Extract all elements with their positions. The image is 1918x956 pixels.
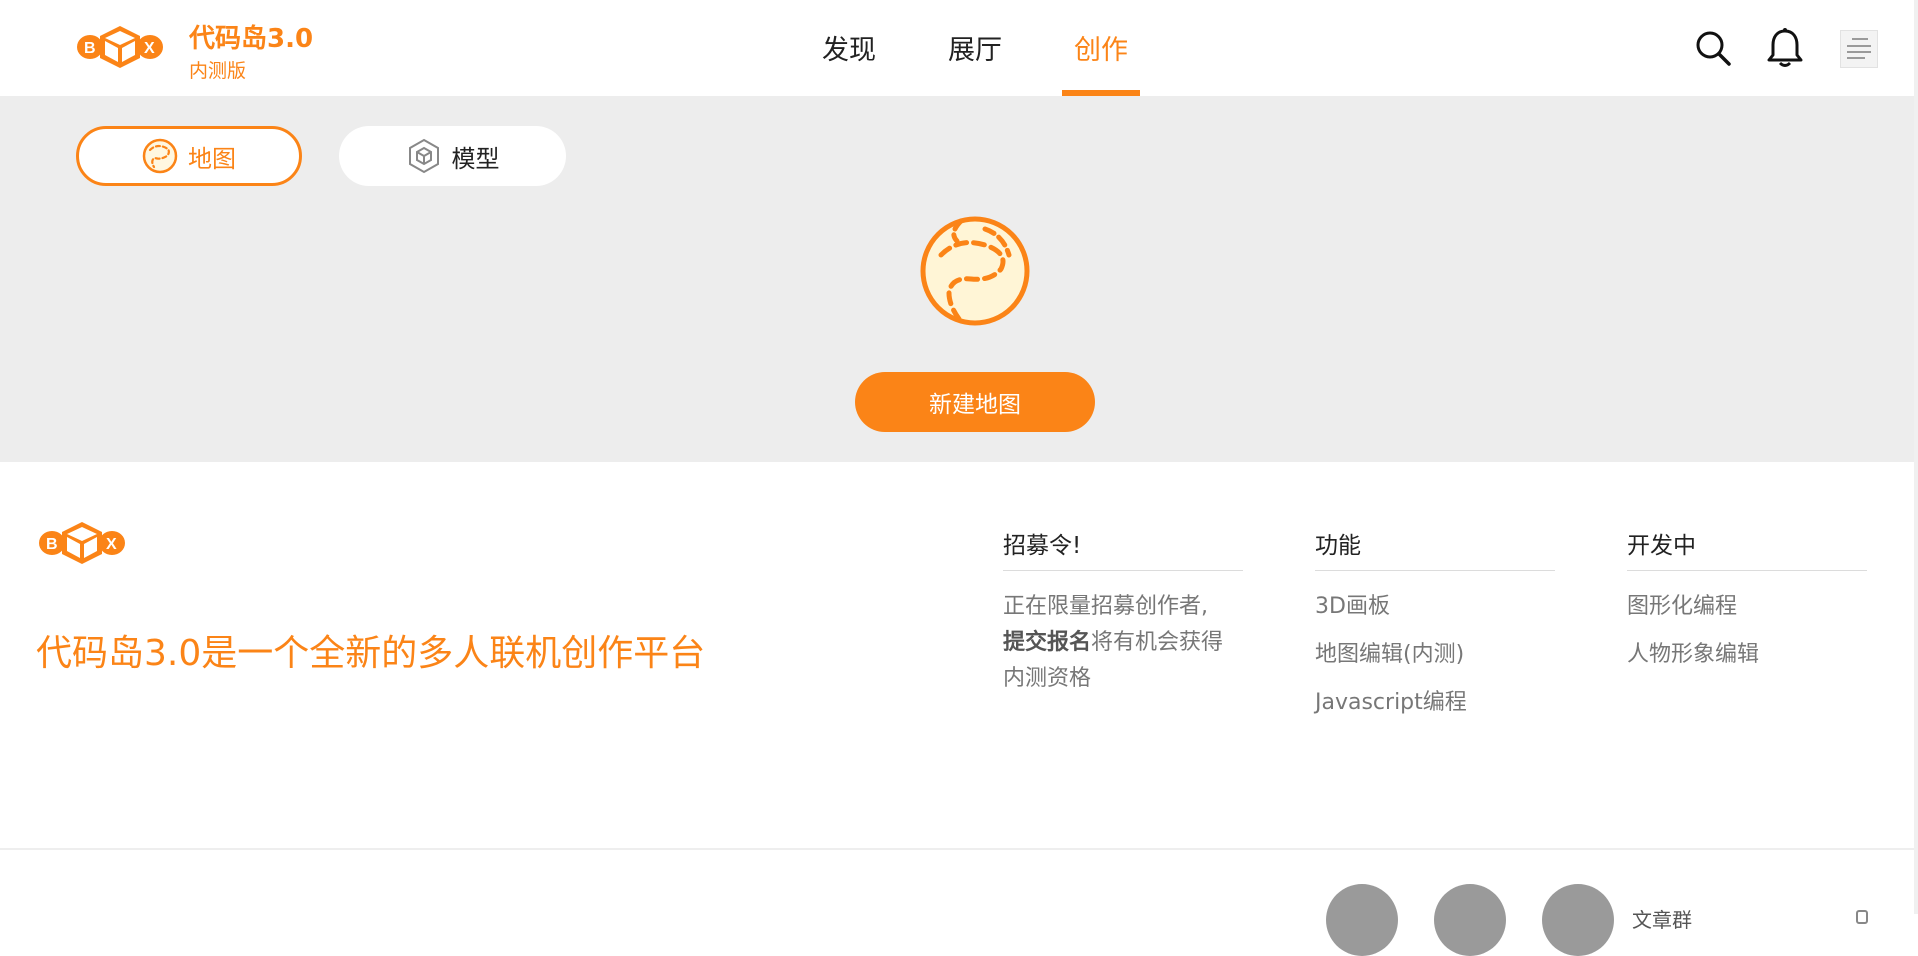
create-workspace: 地图 模型 新建地图 xyxy=(0,96,1918,462)
nav-item-gallery[interactable]: 展厅 xyxy=(948,28,1002,67)
footer-column-divider xyxy=(1315,570,1555,571)
recruit-text: 正在限量招募创作者, 提交报名将有机会获得内测资格 xyxy=(1003,594,1224,691)
footer-tagline: 代码岛3.0是一个全新的多人联机创作平台 xyxy=(36,633,706,674)
social-icon[interactable] xyxy=(1434,884,1506,956)
social-icon[interactable] xyxy=(1542,884,1614,956)
map-icon xyxy=(142,138,178,174)
footer-column-divider xyxy=(1627,570,1867,571)
social-icon[interactable] xyxy=(1326,884,1398,956)
nav-item-create[interactable]: 创作 xyxy=(1074,28,1128,67)
bell-icon[interactable] xyxy=(1767,27,1803,69)
footer-column-title: 招募令! xyxy=(1003,533,1082,559)
map-icon xyxy=(920,216,1030,326)
footer-link[interactable]: 3D画板 xyxy=(1315,583,1555,631)
tab-map-label: 地图 xyxy=(188,144,236,173)
bx-logo-icon: B X xyxy=(39,522,125,564)
footer-bottom-text: 文章群 xyxy=(1632,908,1692,932)
cube-icon xyxy=(408,138,439,174)
submit-signup-link[interactable]: 提交报名 xyxy=(1003,630,1091,655)
tab-map[interactable]: 地图 xyxy=(76,126,302,186)
footer-column-in-dev: 开发中 图形化编程 人物形象编辑 xyxy=(1627,526,1867,679)
footer-column-features: 功能 3D画板 地图编辑(内测) Javascript编程 xyxy=(1315,526,1555,727)
brand-title[interactable]: 代码岛3.0 xyxy=(189,18,313,55)
footer-link[interactable]: 地图编辑(内测) xyxy=(1315,631,1555,679)
svg-text:X: X xyxy=(106,536,117,553)
copy-icon[interactable] xyxy=(1856,910,1868,924)
footer-column-title: 开发中 xyxy=(1627,533,1696,559)
footer-link[interactable]: Javascript编程 xyxy=(1315,679,1555,727)
footer-column-recruit: 招募令! 正在限量招募创作者, 提交报名将有机会获得内测资格 xyxy=(1003,526,1243,697)
scrollbar[interactable] xyxy=(1914,0,1918,914)
search-icon[interactable] xyxy=(1694,29,1732,67)
site-footer: B X 代码岛3.0是一个全新的多人联机创作平台 招募令! 正在限量招募创作者,… xyxy=(0,462,1918,956)
footer-column-title: 功能 xyxy=(1315,533,1361,559)
nav-item-discover[interactable]: 发现 xyxy=(822,28,876,67)
top-header: B X 代码岛3.0 内测版 发现 展厅 创作 xyxy=(0,0,1918,96)
brand-subtitle: 内测版 xyxy=(189,60,247,82)
footer-link[interactable]: 人物形象编辑 xyxy=(1627,631,1867,679)
tab-model-label: 模型 xyxy=(451,144,500,173)
new-map-button[interactable]: 新建地图 xyxy=(855,372,1095,432)
footer-column-divider xyxy=(1003,570,1243,571)
svg-text:X: X xyxy=(144,40,155,57)
footer-divider xyxy=(0,848,1918,850)
footer-link[interactable]: 图形化编程 xyxy=(1627,583,1867,631)
bx-logo-icon[interactable]: B X xyxy=(76,22,164,72)
tab-model[interactable]: 模型 xyxy=(339,126,566,186)
avatar[interactable] xyxy=(1840,30,1878,68)
svg-text:B: B xyxy=(84,40,96,57)
svg-text:B: B xyxy=(46,536,58,553)
